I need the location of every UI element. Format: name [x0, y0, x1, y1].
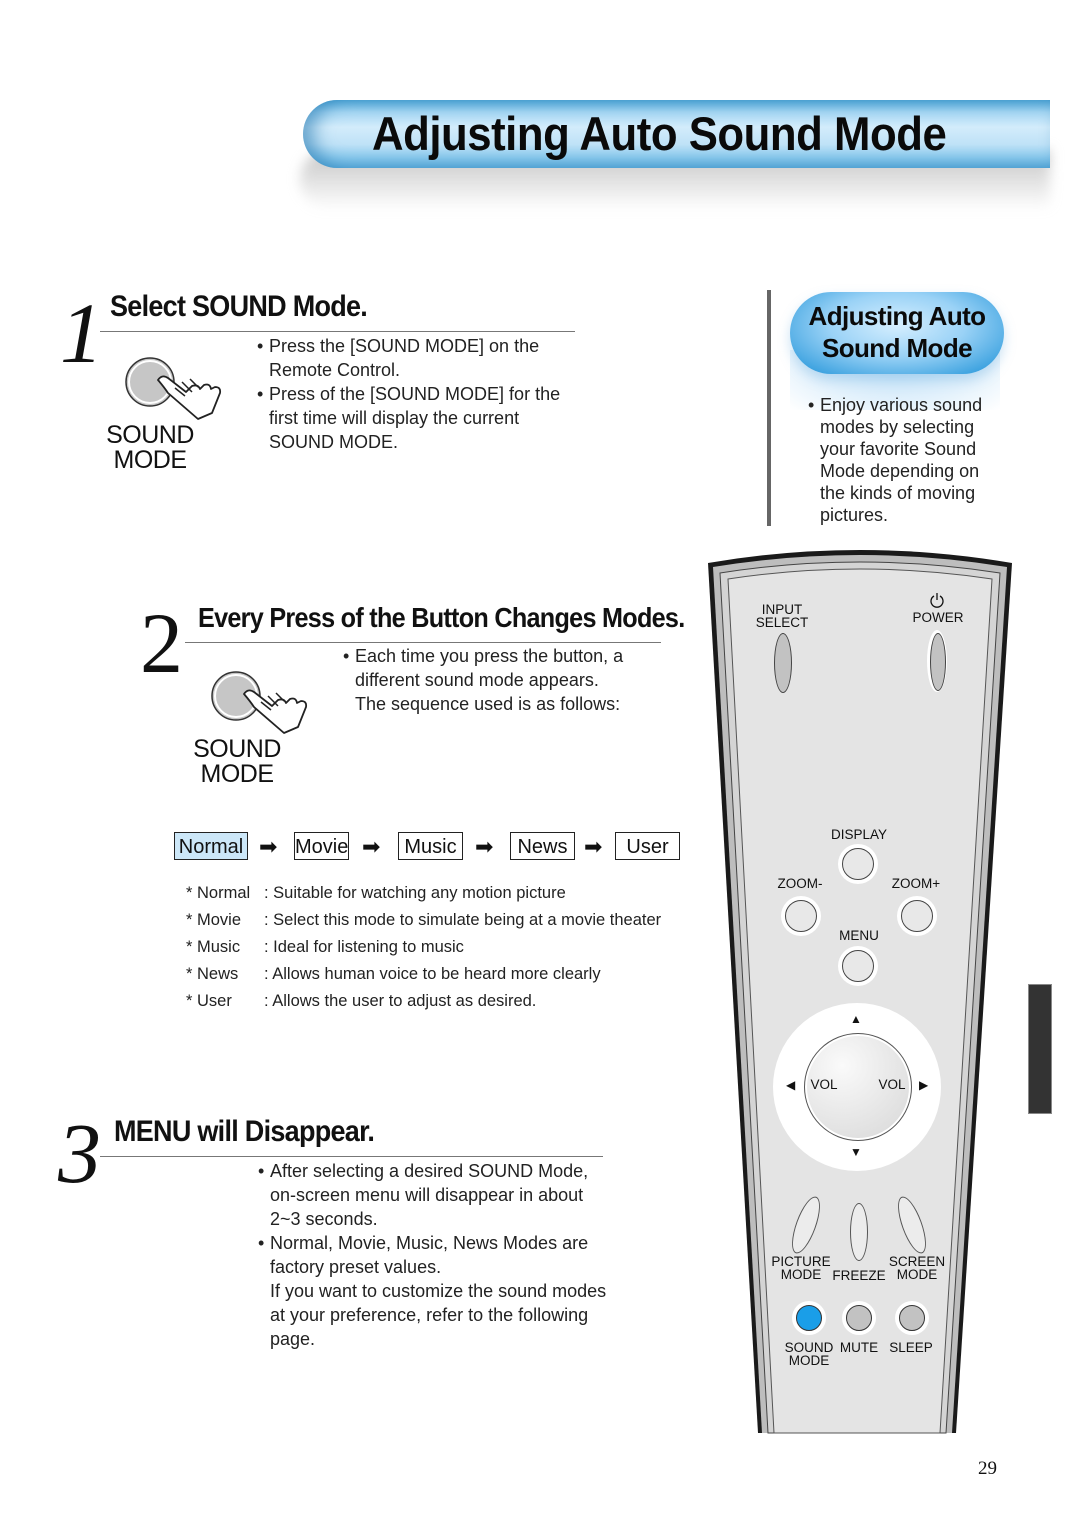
zoom-plus-label: ZOOM+ — [891, 876, 941, 891]
arrow-right-icon: ➡ — [259, 834, 278, 859]
instruction-line: at your preference, refer to the followi… — [270, 1305, 589, 1325]
step-divider-1 — [100, 331, 575, 332]
step-number-2: 2 — [140, 595, 183, 691]
vol-down-arrow-icon[interactable]: ◀ — [786, 1079, 795, 1091]
menu-label: MENU — [839, 928, 879, 943]
display-label: DISPLAY — [830, 827, 888, 842]
sound-mode-label-line: SOUND — [193, 735, 281, 763]
arrow-right-icon: ➡ — [362, 834, 381, 859]
instruction-line: • After selecting a desired SOUND Mode, — [258, 1161, 589, 1181]
mute-label: MUTE — [839, 1340, 879, 1355]
sidebar-description: • Enjoy various sound modes by selecting … — [808, 394, 1008, 526]
sleep-button[interactable] — [899, 1305, 925, 1331]
sidebar-line: • Enjoy various sound — [808, 395, 983, 415]
input-select-button[interactable] — [774, 633, 792, 693]
sound-mode-label-line: MODE — [113, 446, 188, 474]
step-number-1: 1 — [60, 285, 103, 381]
sidebar-divider — [767, 290, 771, 526]
instruction-line: page. — [270, 1329, 316, 1349]
sound-mode-label-line: SOUND — [106, 421, 194, 449]
instruction-line: first time will display the current — [269, 408, 520, 428]
power-icon — [930, 593, 944, 608]
zoom-minus-button[interactable] — [785, 900, 817, 932]
hand-pressing-button-icon — [125, 357, 222, 420]
instruction-line: factory preset values. — [270, 1257, 442, 1277]
sidebar-line: modes by selecting — [820, 417, 975, 437]
step-divider-3 — [100, 1156, 603, 1157]
sound-mode-label-1: SOUND MODE — [105, 423, 195, 473]
sound-mode-label-line: MODE — [200, 760, 275, 788]
instruction-line: The sequence used is as follows: — [355, 694, 621, 714]
page-number: 29 — [978, 1458, 997, 1479]
step-3-instructions: • After selecting a desired SOUND Mode, o… — [258, 1159, 618, 1351]
sound-mode-button[interactable] — [796, 1305, 822, 1331]
sleep-label: SLEEP — [889, 1340, 933, 1355]
sidebar-line: your favorite Sound — [820, 439, 977, 459]
sidebar-line: Mode depending on — [820, 461, 980, 481]
zoom-plus-button[interactable] — [901, 900, 933, 932]
display-button[interactable] — [842, 848, 874, 880]
instruction-line: • Press of the [SOUND MODE] for the — [257, 384, 561, 404]
picture-mode-label: PICTURE MODE — [771, 1254, 831, 1282]
power-label: POWER — [912, 610, 964, 625]
mode-description: * Normal: Suitable for watching any moti… — [186, 884, 566, 902]
arrow-right-icon: ➡ — [475, 834, 494, 859]
step-divider-2 — [185, 642, 661, 643]
instruction-line: • Each time you press the button, a — [343, 646, 624, 666]
vol-up-arrow-icon[interactable]: ▶ — [919, 1079, 928, 1091]
sidebar-line: pictures. — [820, 505, 889, 525]
step-1-instructions: • Press the [SOUND MODE] on the Remote Co… — [257, 334, 577, 454]
step-title-1: Select SOUND Mode. — [110, 290, 368, 323]
screen-mode-label: SCREEN MODE — [888, 1254, 946, 1282]
freeze-label: FREEZE — [832, 1268, 886, 1283]
instruction-line: SOUND MODE. — [269, 432, 399, 452]
vol-right-label: VOL — [878, 1077, 906, 1092]
sidebar-heading: Adjusting Auto Sound Mode — [790, 300, 1004, 364]
sound-mode-label-2: SOUND MODE — [192, 737, 282, 787]
instruction-line: different sound mode appears. — [355, 670, 599, 690]
hand-pressing-button-icon — [211, 671, 308, 734]
remote-control: INPUT SELECT POWER DISPLAY ZOOM- ZOOM+ ME… — [700, 545, 1020, 1435]
mode-news: News — [510, 832, 575, 860]
menu-button[interactable] — [842, 950, 874, 982]
step-2-instructions: • Each time you press the button, a diffe… — [343, 644, 663, 716]
down-arrow-icon[interactable]: ▼ — [850, 1146, 862, 1158]
page-title: Adjusting Auto Sound Mode — [372, 107, 947, 160]
instruction-line: • Press the [SOUND MODE] on the — [257, 336, 540, 356]
instruction-line: If you want to customize the sound modes — [270, 1281, 607, 1301]
chapter-tab — [1028, 984, 1052, 1114]
up-arrow-icon[interactable]: ▲ — [850, 1013, 862, 1025]
mode-music: Music — [398, 832, 463, 860]
freeze-button[interactable] — [850, 1203, 868, 1261]
sidebar-line: the kinds of moving — [820, 483, 976, 503]
mode-description: * News: Allows human voice to be heard m… — [186, 965, 601, 983]
mode-movie: Movie — [294, 832, 349, 860]
instruction-line: on-screen menu will disappear in about — [270, 1185, 584, 1205]
vol-left-label: VOL — [810, 1077, 838, 1092]
mode-description: * Music: Ideal for listening to music — [186, 938, 464, 956]
sidebar-heading-line: Sound Mode — [822, 333, 973, 363]
sidebar-heading-line: Adjusting Auto — [808, 301, 987, 331]
arrow-right-icon: ➡ — [584, 834, 603, 859]
power-button[interactable] — [930, 633, 946, 691]
instruction-line: • Normal, Movie, Music, News Modes are — [258, 1233, 589, 1253]
mode-description: * User: Allows the user to adjust as des… — [186, 992, 537, 1010]
zoom-minus-label: ZOOM- — [777, 876, 823, 891]
remote-body — [708, 550, 1012, 1434]
step-number-3: 3 — [58, 1105, 101, 1201]
input-select-label: INPUT SELECT — [755, 602, 809, 630]
mode-description: * Movie: Select this mode to simulate be… — [186, 911, 662, 929]
instruction-line: Remote Control. — [269, 360, 401, 380]
step-title-3: MENU will Disappear. — [114, 1115, 375, 1148]
instruction-line: 2~3 seconds. — [270, 1209, 378, 1229]
mute-button[interactable] — [846, 1305, 872, 1331]
step-title-2: Every Press of the Button Changes Modes. — [198, 602, 685, 633]
mode-user: User — [615, 832, 680, 860]
mode-normal: Normal — [174, 832, 248, 860]
